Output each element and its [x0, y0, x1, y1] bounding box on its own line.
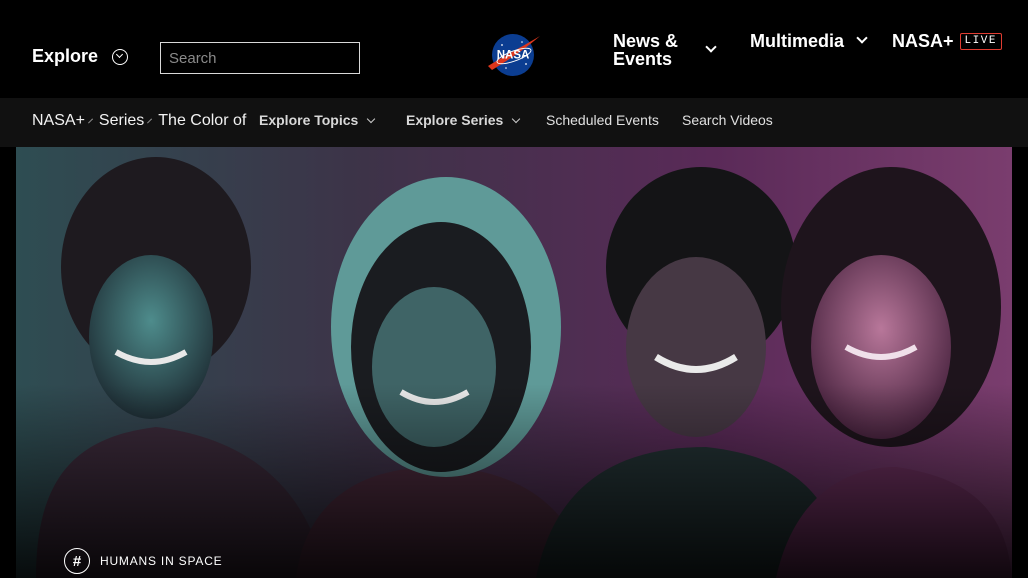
chevron-right-icon	[147, 118, 153, 124]
live-badge: LIVE	[959, 32, 1002, 50]
hashtag-icon: #	[64, 548, 90, 574]
chevron-down-icon	[705, 41, 717, 53]
secondary-navigation: NASA+ Series The Color of Space Explore …	[0, 98, 1028, 147]
nasa-logo-text: NASA	[497, 50, 530, 62]
explore-series-dropdown[interactable]: Explore Series	[406, 112, 521, 128]
topic-label: HUMANS IN SPACE	[100, 554, 223, 568]
top-navigation: Explore NASA News & Events Multimedia NA…	[0, 0, 1028, 98]
explore-topics-label: Explore Topics	[259, 112, 359, 128]
explore-topics-dropdown[interactable]: Explore Topics	[259, 112, 376, 128]
explore-label: Explore	[32, 46, 99, 66]
breadcrumb-current-series[interactable]: The Color of Space	[158, 112, 247, 130]
search-videos-link[interactable]: Search Videos	[682, 112, 773, 128]
nav-multimedia-label: Multimedia	[750, 31, 845, 51]
explore-series-label: Explore Series	[406, 112, 504, 128]
chevron-down-icon	[856, 32, 868, 44]
hero-image	[16, 147, 1012, 578]
nav-news-events-label: News & Events	[613, 31, 679, 69]
astronaut-portraits-image	[16, 147, 1012, 578]
breadcrumb-series[interactable]: Series	[99, 112, 144, 130]
nav-nasa-plus[interactable]: NASA+ LIVE	[892, 32, 1002, 50]
chevron-right-icon	[87, 118, 93, 124]
nav-multimedia[interactable]: Multimedia	[750, 31, 868, 51]
search-input[interactable]	[160, 42, 360, 74]
explore-menu-button[interactable]: Explore	[32, 46, 129, 67]
topic-tag[interactable]: # HUMANS IN SPACE	[64, 548, 222, 574]
nav-nasa-plus-label: NASA+	[892, 31, 954, 51]
breadcrumb-nasa-plus[interactable]: NASA+	[32, 112, 85, 130]
scheduled-events-link[interactable]: Scheduled Events	[546, 112, 659, 128]
chevron-down-icon	[512, 114, 521, 124]
nasa-logo[interactable]: NASA	[484, 30, 542, 80]
chevron-down-icon	[367, 114, 376, 124]
chevron-circle-icon	[112, 48, 129, 65]
nav-news-events[interactable]: News & Events	[613, 31, 717, 69]
breadcrumb: NASA+ Series The Color of Space	[32, 112, 247, 130]
